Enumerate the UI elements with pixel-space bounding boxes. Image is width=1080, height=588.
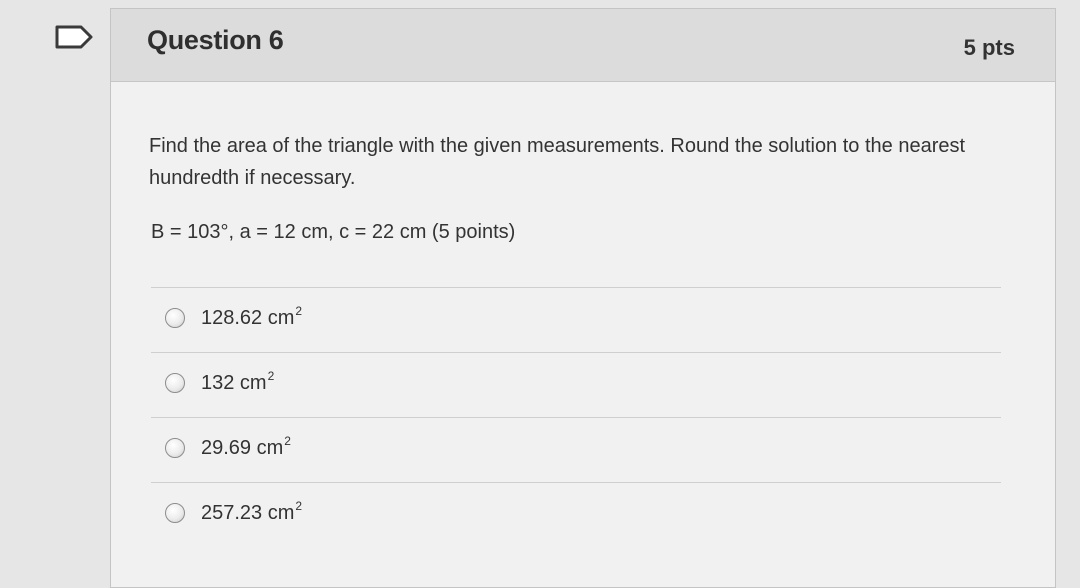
question-points: 5 pts <box>963 35 1015 60</box>
answer-option[interactable]: 257.23 cm2 <box>151 482 1001 547</box>
radio-button[interactable] <box>165 438 185 458</box>
radio-button[interactable] <box>165 503 185 523</box>
answer-exponent: 2 <box>295 499 303 513</box>
question-card: Question 6 5 pts Find the area of the tr… <box>110 8 1056 588</box>
answer-label[interactable]: 29.69 cm2 <box>201 434 291 460</box>
answer-label[interactable]: 128.62 cm2 <box>201 304 302 330</box>
answer-option[interactable]: 128.62 cm2 <box>151 287 1001 352</box>
flag-question-icon[interactable] <box>54 24 94 50</box>
radio-button[interactable] <box>165 308 185 328</box>
answer-label[interactable]: 132 cm2 <box>201 369 274 395</box>
answer-value: 128.62 cm <box>201 307 295 329</box>
answer-exponent: 2 <box>295 304 303 318</box>
answer-exponent: 2 <box>267 369 275 383</box>
question-given-values: B = 103°, a = 12 cm, c = 22 cm (5 points… <box>151 221 516 243</box>
answer-value: 132 cm <box>201 372 267 394</box>
answer-value: 29.69 cm <box>201 437 284 459</box>
answer-value: 257.23 cm <box>201 502 295 524</box>
question-prompt: Find the area of the triangle with the g… <box>149 135 966 189</box>
question-header: Question 6 5 pts <box>111 9 1055 82</box>
answer-option[interactable]: 29.69 cm2 <box>151 417 1001 482</box>
answer-option[interactable]: 132 cm2 <box>151 352 1001 417</box>
answer-label[interactable]: 257.23 cm2 <box>201 499 302 525</box>
radio-button[interactable] <box>165 373 185 393</box>
answer-list: 128.62 cm2 132 cm2 29.69 cm2 257.23 cm2 <box>151 287 1001 547</box>
answer-exponent: 2 <box>284 434 291 448</box>
question-title: Question 6 <box>147 25 284 55</box>
